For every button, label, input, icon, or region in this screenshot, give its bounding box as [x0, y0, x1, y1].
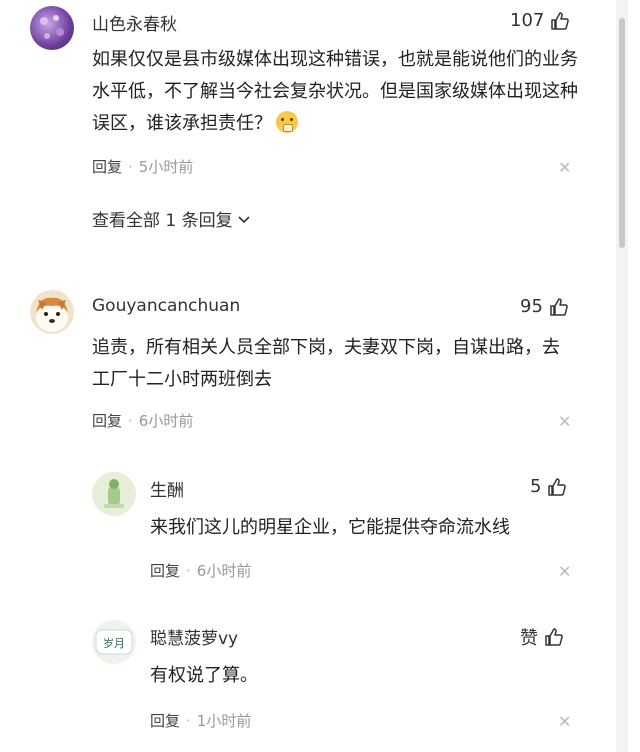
comment-meta: 回复 · 6小时前 — [150, 562, 252, 580]
like-label: 赞 — [520, 628, 538, 649]
reply-button[interactable]: 回复 — [150, 712, 180, 730]
reply-button[interactable]: 回复 — [150, 562, 180, 580]
view-all-replies-button[interactable]: 查看全部 1 条回复 — [92, 206, 251, 231]
thumbs-up-icon — [551, 11, 570, 30]
timestamp: 6小时前 — [196, 562, 252, 580]
avatar[interactable]: 岁月 — [92, 620, 136, 664]
thumbs-up-icon — [548, 477, 567, 496]
like-count: 95 — [520, 296, 543, 317]
close-icon[interactable]: ✕ — [558, 562, 571, 581]
emoji-icon — [276, 111, 298, 133]
avatar-text: 岁月 — [103, 636, 125, 650]
avatar[interactable] — [92, 472, 136, 516]
username[interactable]: Gouyancanchuan — [92, 296, 240, 316]
like-button[interactable]: 107 — [510, 10, 570, 31]
close-icon[interactable]: ✕ — [558, 158, 571, 177]
comment-text: 来我们这儿的明星企业，它能提供夺命流水线 — [150, 517, 510, 538]
reply-button[interactable]: 回复 — [92, 158, 122, 176]
close-icon[interactable]: ✕ — [558, 412, 571, 431]
avatar[interactable] — [30, 6, 74, 50]
reply-button[interactable]: 回复 — [92, 412, 122, 430]
like-button[interactable]: 95 — [520, 296, 569, 317]
comment-meta: 回复 · 1小时前 — [150, 712, 252, 730]
timestamp: 6小时前 — [138, 412, 194, 430]
username[interactable]: 山色永春秋 — [92, 10, 177, 35]
thumbs-up-icon — [545, 628, 563, 646]
scrollbar-thumb[interactable] — [619, 18, 625, 248]
avatar[interactable] — [30, 290, 74, 334]
comment-text: 追责，所有相关人员全部下岗，夫妻双下岗，自谋出路，去工厂十二小时两班倒去 — [92, 337, 560, 390]
username[interactable]: 聪慧菠萝vy — [150, 624, 238, 649]
like-count: 5 — [530, 476, 542, 497]
chevron-down-icon — [238, 215, 250, 223]
thumbs-up-icon — [550, 297, 568, 316]
timestamp: 5小时前 — [138, 158, 194, 176]
like-count: 107 — [510, 10, 545, 31]
comment-meta: 回复 · 5小时前 — [92, 158, 194, 176]
username[interactable]: 生酬 — [150, 476, 184, 501]
like-button[interactable]: 5 — [530, 476, 567, 497]
close-icon[interactable]: ✕ — [558, 712, 571, 731]
comment-text: 有权说了算。 — [150, 665, 258, 686]
comment-meta: 回复 · 6小时前 — [92, 412, 194, 430]
timestamp: 1小时前 — [196, 712, 252, 730]
comment-text: 如果仅仅是县市级媒体出现这种错误，也就是能说他们的业务水平低，不了解当今社会复杂… — [92, 49, 578, 134]
like-button[interactable]: 赞 — [520, 624, 564, 650]
